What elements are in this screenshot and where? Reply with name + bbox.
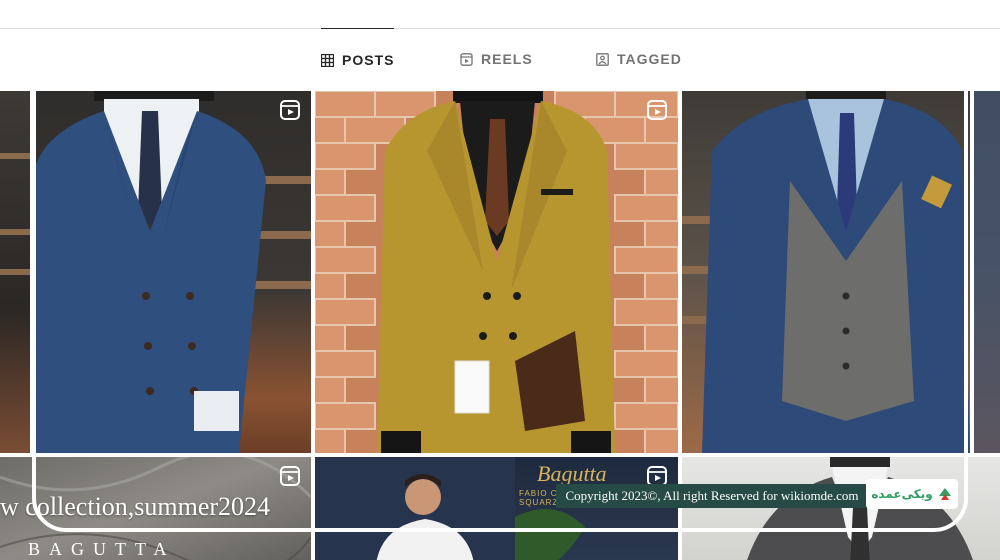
tagged-icon [596,52,609,66]
post-tile-3[interactable] [682,91,970,453]
post-tile-2[interactable] [315,91,678,453]
reel-indicator-icon [280,100,300,120]
waistcoat-suit-image [682,91,970,453]
post-tile-partial-left[interactable] [0,91,30,453]
reel-indicator-icon [280,466,300,486]
mustard-suit-image [315,91,678,453]
suit-edge-image [974,91,1000,453]
copyright-watermark: Copyright 2023©, All right Reserved for … [556,484,868,508]
post-tile-5[interactable]: Bagutta FABIO CURTIS · ALESSANDRO SQUARZ… [315,457,678,560]
tab-posts[interactable]: POSTS [321,28,395,91]
reel-indicator-icon [647,100,667,120]
tab-tagged[interactable]: TAGGED [596,28,682,90]
tab-posts-label: POSTS [342,52,395,68]
tab-tagged-label: TAGGED [617,51,682,67]
tab-reels-label: REELS [481,51,533,67]
collection-caption: w collection,summer2024 [0,492,271,521]
shelf-image [0,153,30,275]
tab-reels[interactable]: REELS [460,28,533,90]
profile-tabs: POSTS REELS TAGGED [0,28,1000,90]
collection-brand: BAGUTTA [28,539,176,559]
site-logo-icon [938,488,951,500]
reels-icon [460,52,473,66]
site-logo-text: ویکی‌عمده [871,487,933,501]
post-tile-1[interactable] [34,91,311,453]
blue-suit-image [34,91,311,453]
grid-icon [321,53,334,67]
post-tile-4[interactable]: w collection,summer2024 BAGUTTA [0,457,311,560]
site-logo[interactable]: ویکی‌عمده [866,479,958,509]
post-tile-partial-right[interactable] [974,91,1000,453]
store-man-image [315,457,585,560]
